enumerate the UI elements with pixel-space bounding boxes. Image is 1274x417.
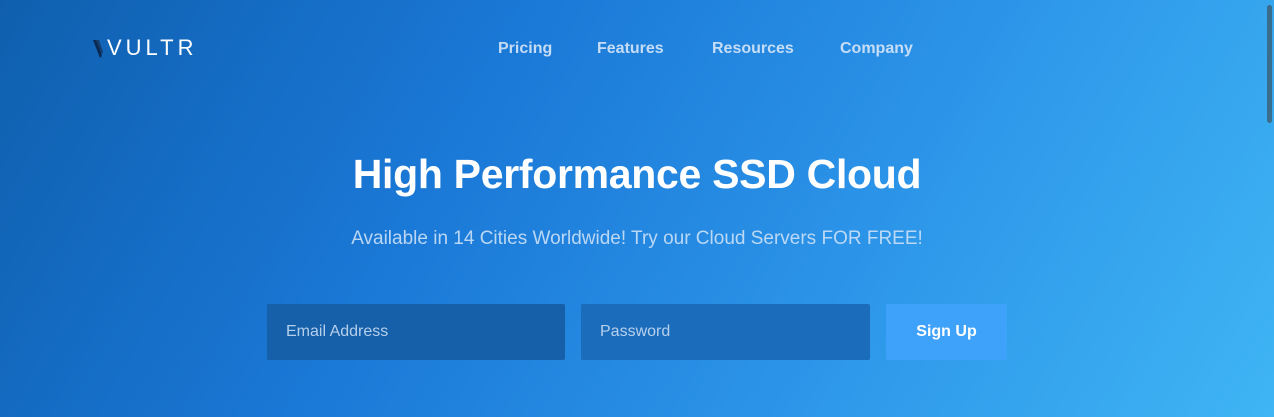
nav-item-pricing[interactable]: Pricing [498, 40, 552, 58]
hero-title: High Performance SSD Cloud [352, 151, 922, 197]
hero-section: VULTR Pricing Features Resources Company… [0, 0, 1274, 417]
nav-item-resources[interactable]: Resources [712, 40, 794, 58]
main-nav: Pricing Features Resources Company [0, 40, 1274, 60]
nav-item-features[interactable]: Features [597, 40, 664, 58]
nav-item-company[interactable]: Company [840, 40, 913, 58]
scrollbar-thumb[interactable] [1267, 5, 1272, 123]
hero-subtitle: Available in 14 Cities Worldwide! Try ou… [351, 228, 923, 249]
page-scrollbar[interactable] [1264, 0, 1274, 417]
sign-up-button[interactable]: Sign Up [886, 304, 1007, 360]
password-field[interactable] [581, 304, 870, 360]
email-field[interactable] [267, 304, 565, 360]
